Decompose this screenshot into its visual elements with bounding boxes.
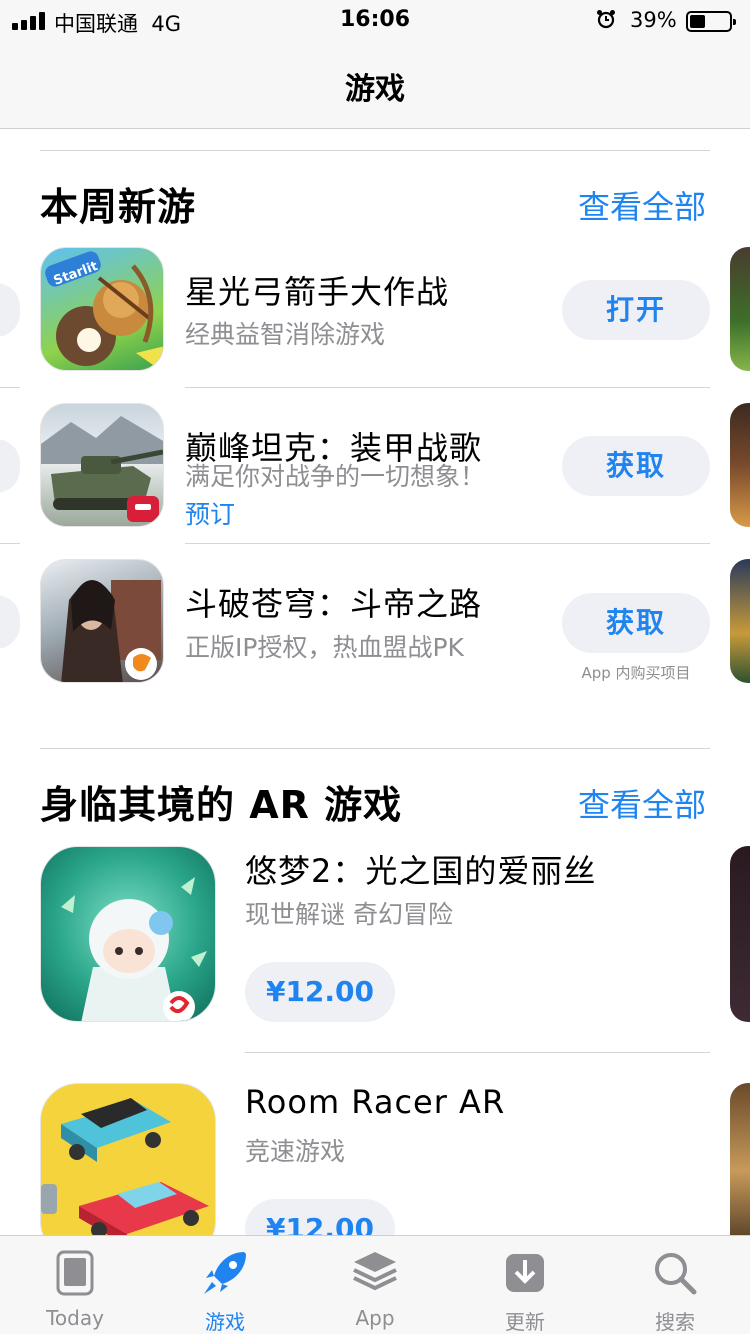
- tab-games[interactable]: 游戏: [150, 1236, 300, 1334]
- today-icon: [56, 1250, 94, 1296]
- see-all-link[interactable]: 查看全部: [578, 182, 706, 228]
- battery-percent: 39%: [630, 8, 677, 32]
- app-icon-alice[interactable]: [40, 846, 216, 1022]
- app-name[interactable]: 悠梦2：光之国的爱丽丝: [245, 846, 596, 892]
- doupo-artwork: [61, 580, 161, 682]
- price-button[interactable]: ¥12.00: [245, 962, 395, 1022]
- get-button[interactable]: 获取: [562, 436, 710, 496]
- open-button[interactable]: 打开: [562, 280, 710, 340]
- prev-page-button-peek[interactable]: [0, 283, 20, 337]
- search-icon: [655, 1253, 697, 1295]
- tab-label: 更新: [505, 1310, 545, 1334]
- price-button[interactable]: ¥12.00: [245, 1199, 395, 1235]
- see-all-link[interactable]: 查看全部: [578, 780, 706, 826]
- rocket-icon: [204, 1252, 246, 1294]
- alarm-icon: [597, 10, 615, 29]
- tab-search[interactable]: 搜索: [600, 1236, 750, 1334]
- app-subtitle: 经典益智消除游戏: [185, 320, 386, 349]
- app-icon-tank[interactable]: [40, 403, 164, 527]
- in-app-purchase-note: App 内购买项目: [581, 664, 691, 682]
- next-app-icon-peek[interactable]: [730, 1083, 750, 1235]
- section-title-ar-games: 身临其境的 AR 游戏: [40, 783, 403, 827]
- next-app-icon-peek[interactable]: [730, 846, 750, 1022]
- section-divider: [40, 748, 710, 749]
- get-button[interactable]: 获取: [562, 593, 710, 653]
- app-icon-doupo[interactable]: [40, 559, 164, 683]
- row-divider: [185, 387, 710, 388]
- tab-label: 游戏: [205, 1310, 245, 1334]
- room-racer-artwork: [41, 1098, 209, 1235]
- status-bar: 中国联通 4G 16:06 39%: [0, 0, 750, 40]
- next-app-icon-peek[interactable]: [730, 403, 750, 527]
- app-name[interactable]: Room Racer AR: [245, 1083, 505, 1121]
- battery-icon: [686, 11, 736, 32]
- tab-bar: Today 游戏 App 更新 搜索: [0, 1235, 750, 1334]
- page-title: 游戏: [345, 72, 405, 107]
- app-subtitle: 现世解谜 奇幻冒险: [245, 900, 453, 929]
- row-divider: [0, 387, 20, 388]
- app-subtitle: 满足你对战争的一切想象！: [185, 462, 486, 491]
- row-divider: [0, 543, 20, 544]
- preorder-label: 预订: [185, 500, 236, 529]
- app-icon-starlit[interactable]: Starlit: [40, 247, 164, 371]
- app-subtitle: 竞速游戏: [245, 1137, 346, 1166]
- app-icon-room-racer[interactable]: [40, 1083, 216, 1235]
- prev-page-button-peek[interactable]: [0, 595, 20, 649]
- tab-label: 搜索: [655, 1310, 695, 1334]
- row-divider: [185, 543, 710, 544]
- tank-artwork: [41, 416, 163, 522]
- row-divider: [245, 1052, 710, 1053]
- prev-page-button-peek[interactable]: [0, 439, 20, 493]
- section-title-new-games: 本周新游: [40, 185, 197, 229]
- nav-bar: 游戏: [0, 40, 750, 129]
- tab-label: Today: [46, 1306, 104, 1330]
- app-subtitle: 正版IP授权，热血盟战PK: [185, 633, 464, 662]
- app-name[interactable]: 星光弓箭手大作战: [185, 267, 449, 313]
- app-name[interactable]: 斗破苍穹：斗帝之路: [185, 579, 482, 625]
- tab-label: App: [355, 1306, 395, 1330]
- games-feed[interactable]: 本周新游 查看全部 Starlit 星光弓箭手大作战 经典益智消除游戏 打开 巅…: [0, 129, 750, 1235]
- download-icon: [506, 1254, 544, 1292]
- alice-artwork: [61, 877, 207, 1021]
- tab-updates[interactable]: 更新: [450, 1236, 600, 1334]
- tab-today[interactable]: Today: [0, 1236, 150, 1334]
- starlit-artwork: Starlit: [45, 251, 163, 370]
- next-app-icon-peek[interactable]: [730, 247, 750, 371]
- section-divider: [40, 150, 710, 151]
- layers-icon: [353, 1252, 397, 1291]
- next-app-icon-peek[interactable]: [730, 559, 750, 683]
- tab-apps[interactable]: App: [300, 1236, 450, 1334]
